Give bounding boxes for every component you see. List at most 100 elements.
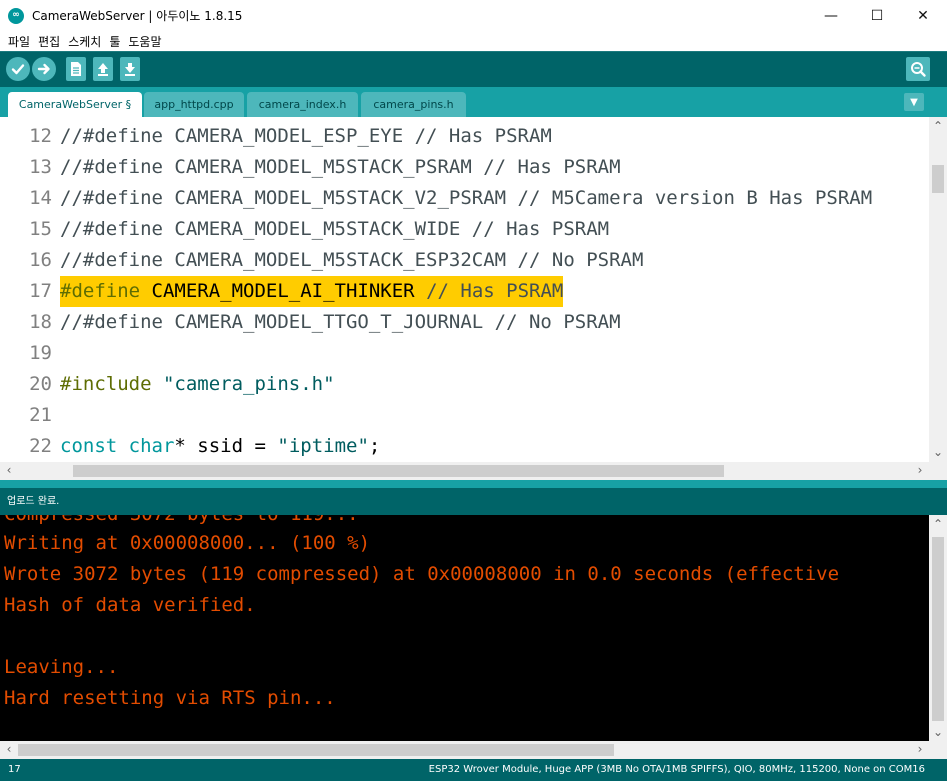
console-line: Hard resetting via RTS pin... bbox=[4, 687, 336, 709]
tab-bar: CameraWebServer § app_httpd.cpp camera_i… bbox=[0, 87, 947, 117]
code-line[interactable]: 19 bbox=[0, 338, 929, 369]
menu-file[interactable]: 파일 bbox=[4, 33, 34, 50]
menu-help[interactable]: 도움말 bbox=[124, 33, 165, 50]
scroll-down-arrow-icon[interactable]: ⌄ bbox=[931, 445, 945, 459]
code-text: //#define CAMERA_MODEL_TTGO_T_JOURNAL //… bbox=[60, 307, 621, 338]
toolbar bbox=[0, 51, 947, 87]
scroll-up-arrow-icon[interactable]: ⌃ bbox=[931, 119, 945, 133]
tab-app-httpd[interactable]: app_httpd.cpp bbox=[144, 92, 244, 117]
console-output: Compressed 3072 bytes to 119... Writing … bbox=[0, 515, 929, 741]
panel-divider[interactable] bbox=[0, 480, 947, 488]
code-text: //#define CAMERA_MODEL_M5STACK_ESP32CAM … bbox=[60, 245, 643, 276]
code-token: "iptime" bbox=[277, 435, 369, 457]
code-line[interactable]: 12 //#define CAMERA_MODEL_ESP_EYE // Has … bbox=[0, 121, 929, 152]
code-token: //#define CAMERA_MODEL_M5STACK_PSRAM // … bbox=[60, 156, 621, 178]
code-line[interactable]: 22 const char* ssid = "iptime"; bbox=[0, 431, 929, 462]
line-number: 12 bbox=[29, 125, 52, 147]
code-line[interactable]: 17 #define CAMERA_MODEL_AI_THINKER // Has… bbox=[0, 276, 929, 307]
status-message: 업로드 완료. bbox=[0, 488, 947, 515]
scroll-thumb[interactable] bbox=[18, 744, 614, 756]
code-line[interactable]: 13 //#define CAMERA_MODEL_M5STACK_PSRAM /… bbox=[0, 152, 929, 183]
line-number: 22 bbox=[29, 435, 52, 457]
scroll-thumb[interactable] bbox=[932, 165, 944, 193]
scroll-corner bbox=[929, 462, 947, 480]
code-token: //#define CAMERA_MODEL_TTGO_T_JOURNAL //… bbox=[60, 311, 621, 333]
new-sketch-button[interactable] bbox=[66, 57, 86, 81]
arrow-right-icon bbox=[37, 63, 50, 75]
upload-button[interactable] bbox=[32, 57, 56, 81]
console-line: Wrote 3072 bytes (119 compressed) at 0x0… bbox=[4, 563, 840, 585]
tab-camerawebserver[interactable]: CameraWebServer § bbox=[8, 92, 142, 117]
arrow-up-icon bbox=[98, 63, 108, 76]
minimize-button[interactable]: — bbox=[808, 0, 854, 31]
code-line[interactable]: 15 //#define CAMERA_MODEL_M5STACK_WIDE //… bbox=[0, 214, 929, 245]
menu-sketch[interactable]: 스케치 bbox=[64, 33, 105, 50]
highlighted-code: #define CAMERA_MODEL_AI_THINKER // Has P… bbox=[60, 276, 564, 307]
code-line[interactable]: 18 //#define CAMERA_MODEL_TTGO_T_JOURNAL … bbox=[0, 307, 929, 338]
code-editor[interactable]: 12 //#define CAMERA_MODEL_ESP_EYE // Has … bbox=[0, 117, 929, 462]
line-number: 18 bbox=[29, 311, 52, 333]
save-button[interactable] bbox=[120, 57, 140, 81]
line-number: 20 bbox=[29, 373, 52, 395]
console-line: Leaving... bbox=[4, 656, 119, 678]
tab-camera-pins[interactable]: camera_pins.h bbox=[361, 92, 466, 117]
code-text: #include "camera_pins.h" bbox=[60, 369, 335, 400]
line-number: 17 bbox=[29, 280, 52, 302]
code-text: //#define CAMERA_MODEL_M5STACK_V2_PSRAM … bbox=[60, 183, 872, 214]
scroll-left-arrow-icon[interactable]: ‹ bbox=[2, 742, 16, 756]
maximize-button[interactable]: ☐ bbox=[854, 0, 900, 31]
code-token: #define bbox=[60, 280, 141, 302]
scroll-right-arrow-icon[interactable]: › bbox=[913, 463, 927, 477]
menu-bar: 파일 편집 스케치 툴 도움말 bbox=[0, 31, 947, 51]
code-token: #include bbox=[60, 373, 152, 395]
line-number: 21 bbox=[29, 404, 52, 426]
code-line[interactable]: 20 #include "camera_pins.h" bbox=[0, 369, 929, 400]
code-text: const char* ssid = "iptime"; bbox=[60, 431, 380, 462]
editor-vertical-scrollbar[interactable]: ⌃ ⌄ bbox=[929, 117, 947, 462]
scroll-down-arrow-icon[interactable]: ⌄ bbox=[931, 725, 945, 739]
code-text: //#define CAMERA_MODEL_M5STACK_PSRAM // … bbox=[60, 152, 621, 183]
editor-horizontal-scrollbar[interactable]: ‹ › bbox=[0, 462, 929, 480]
scroll-up-arrow-icon[interactable]: ⌃ bbox=[931, 517, 945, 531]
window-title: CameraWebServer | 아두이노 1.8.15 bbox=[32, 9, 243, 23]
close-button[interactable]: ✕ bbox=[900, 0, 946, 31]
code-token: //#define CAMERA_MODEL_M5STACK_ESP32CAM … bbox=[60, 249, 644, 271]
code-token: char bbox=[128, 435, 175, 457]
console-horizontal-scrollbar[interactable]: ‹ › bbox=[0, 741, 929, 759]
code-text: //#define CAMERA_MODEL_M5STACK_WIDE // H… bbox=[60, 214, 609, 245]
console-line: Writing at 0x00008000... (100 %) bbox=[4, 532, 371, 554]
serial-monitor-button[interactable] bbox=[906, 57, 930, 81]
code-line[interactable]: 14 //#define CAMERA_MODEL_M5STACK_V2_PSRA… bbox=[0, 183, 929, 214]
code-token: //#define CAMERA_MODEL_M5STACK_V2_PSRAM … bbox=[60, 187, 873, 209]
verify-button[interactable] bbox=[6, 57, 30, 81]
title-bar: ∞ CameraWebServer | 아두이노 1.8.15 — ☐ ✕ bbox=[0, 0, 947, 31]
file-icon bbox=[71, 62, 81, 76]
scroll-thumb[interactable] bbox=[73, 465, 724, 477]
code-line[interactable]: 16 //#define CAMERA_MODEL_M5STACK_ESP32CA… bbox=[0, 245, 929, 276]
code-line[interactable]: 21 bbox=[0, 400, 929, 431]
console-line: Hash of data verified. bbox=[4, 594, 256, 616]
code-text: //#define CAMERA_MODEL_ESP_EYE // Has PS… bbox=[60, 121, 552, 152]
menu-tools[interactable]: 툴 bbox=[105, 33, 124, 50]
scroll-left-arrow-icon[interactable]: ‹ bbox=[2, 463, 16, 477]
code-token: "camera_pins.h" bbox=[162, 373, 335, 395]
footer-bar: 17 ESP32 Wrover Module, Huge APP (3MB No… bbox=[0, 759, 947, 781]
line-number: 16 bbox=[29, 249, 52, 271]
menu-edit[interactable]: 편집 bbox=[34, 33, 64, 50]
scroll-thumb[interactable] bbox=[932, 537, 944, 721]
console-vertical-scrollbar[interactable]: ⌃ ⌄ bbox=[929, 515, 947, 741]
line-number: 13 bbox=[29, 156, 52, 178]
scroll-right-arrow-icon[interactable]: › bbox=[913, 742, 927, 756]
line-number: 19 bbox=[29, 342, 52, 364]
code-token: //#define CAMERA_MODEL_M5STACK_WIDE // H… bbox=[60, 218, 610, 240]
open-button[interactable] bbox=[93, 57, 113, 81]
code-token: CAMERA_MODEL_AI_THINKER bbox=[140, 280, 427, 302]
tab-camera-index[interactable]: camera_index.h bbox=[247, 92, 358, 117]
code-token: ; bbox=[368, 435, 381, 457]
tab-menu-button[interactable]: ▼ bbox=[904, 93, 924, 111]
check-icon bbox=[11, 64, 25, 75]
code-token: // Has PSRAM bbox=[426, 280, 564, 302]
current-line-number: 17 bbox=[8, 764, 21, 775]
